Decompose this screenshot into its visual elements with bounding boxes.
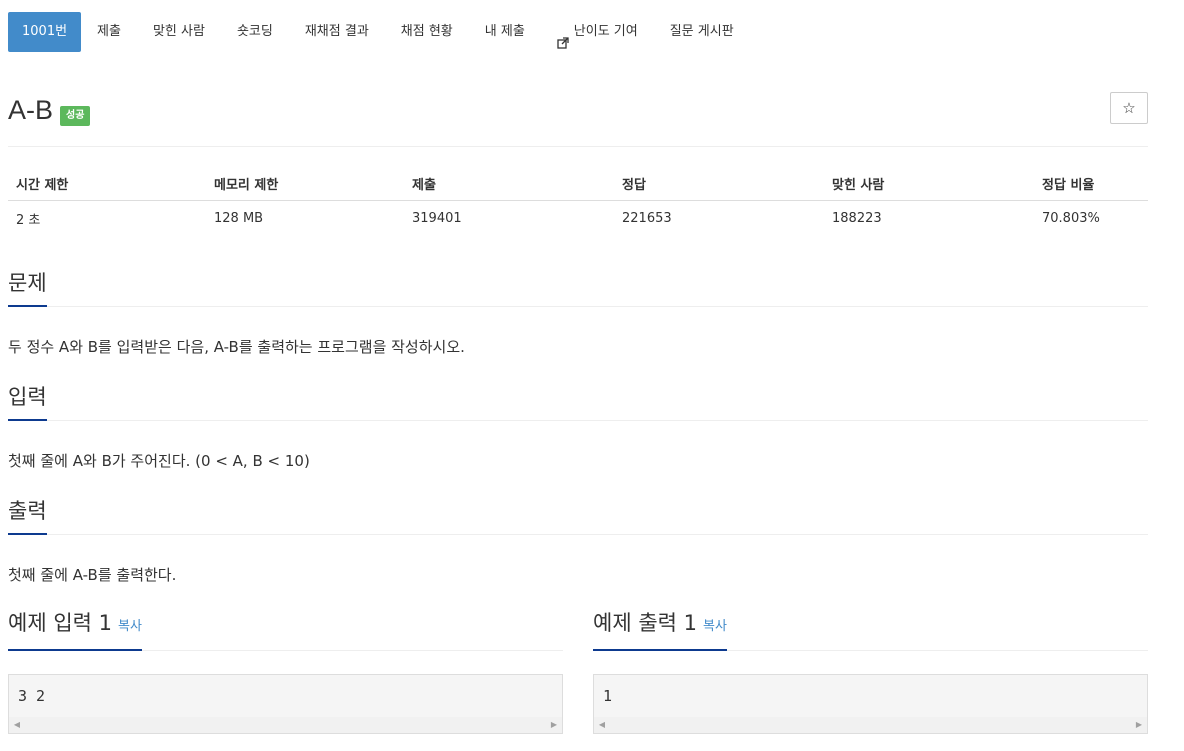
tab-difficulty-contribution[interactable]: 난이도 기여 [541, 12, 654, 52]
description-text: 두 정수 A와 B를 입력받은 다음, A-B를 출력하는 프로그램을 작성하시… [8, 338, 465, 356]
description-heading: 문제 [8, 266, 1148, 307]
value-solved-users: 188223 [832, 210, 882, 226]
sample-input-heading: 예제 입력 1 복사 [8, 610, 563, 651]
scroll-left-icon[interactable]: ◀ [9, 720, 25, 730]
tab-question-board[interactable]: 질문 게시판 [654, 12, 750, 52]
sample-output-title: 예제 출력 1 [593, 611, 697, 635]
sample-output-content: 1 [603, 687, 613, 705]
input-heading: 입력 [8, 380, 1148, 421]
sample-output-box: 1 ◀ ▶ [593, 674, 1148, 734]
problem-info-table: 시간 제한 메모리 제한 제출 정답 맞힌 사람 정답 비율 2 초 128 M… [8, 166, 1148, 235]
scroll-thumb[interactable] [610, 720, 1131, 730]
copy-sample-output-button[interactable]: 복사 [703, 619, 727, 634]
tab-submit[interactable]: 제출 [81, 12, 137, 52]
output-title: 출력 [8, 495, 47, 535]
scroll-right-icon[interactable]: ▶ [1131, 720, 1147, 730]
info-header-row: 시간 제한 메모리 제한 제출 정답 맞힌 사람 정답 비율 [8, 166, 1148, 201]
copy-sample-input-button[interactable]: 복사 [118, 619, 142, 634]
problem-title: A-B [8, 95, 54, 125]
sample-input-content: 3 2 [18, 687, 46, 705]
input-text: 첫째 줄에 A와 B가 주어진다. (0 < A, B < 10) [8, 452, 310, 470]
output-heading: 출력 [8, 494, 1148, 535]
tab-difficulty-label: 난이도 기여 [573, 24, 638, 39]
header-solved-users: 맞힌 사람 [824, 166, 1034, 201]
scroll-thumb[interactable] [25, 720, 546, 730]
favorite-star-button[interactable]: ☆ [1110, 92, 1148, 124]
sample-input-scrollbar[interactable]: ◀ ▶ [9, 717, 562, 733]
tab-short-coding[interactable]: 숏코딩 [221, 12, 289, 52]
sample-output-heading: 예제 출력 1 복사 [593, 610, 1148, 651]
header-submissions: 제출 [404, 166, 614, 201]
scroll-left-icon[interactable]: ◀ [594, 720, 610, 730]
header-accept-ratio: 정답 비율 [1034, 166, 1148, 201]
external-link-icon [557, 26, 569, 49]
tab-problem-1001[interactable]: 1001번 [8, 12, 82, 52]
scroll-right-icon[interactable]: ▶ [546, 720, 562, 730]
sample-output-title-wrap: 예제 출력 1 복사 [593, 607, 727, 651]
sample-input-title: 예제 입력 1 [8, 611, 112, 635]
status-badge: 성공 [60, 106, 91, 126]
sample-input-box: 3 2 ◀ ▶ [8, 674, 563, 734]
sample-input-title-wrap: 예제 입력 1 복사 [8, 607, 142, 651]
tab-my-submissions[interactable]: 내 제출 [469, 12, 541, 52]
tab-solved-users[interactable]: 맞힌 사람 [137, 12, 221, 52]
sample-output-scrollbar[interactable]: ◀ ▶ [594, 717, 1147, 733]
input-title: 입력 [8, 381, 47, 421]
problem-header: A-B 성공 ☆ [8, 92, 1148, 132]
title-divider [8, 146, 1148, 147]
header-memory-limit: 메모리 제한 [206, 166, 404, 201]
description-title: 문제 [8, 267, 47, 307]
problem-menu: 1001번 제출 맞힌 사람 숏코딩 재채점 결과 채점 현황 내 제출 난이도… [8, 12, 750, 52]
value-memory-limit: 128 MB [214, 210, 264, 226]
tab-judge-status[interactable]: 채점 현황 [385, 12, 469, 52]
header-time-limit: 시간 제한 [8, 166, 206, 201]
value-accept-ratio: 70.803% [1042, 210, 1100, 226]
tab-rejudge-results[interactable]: 재채점 결과 [289, 12, 385, 52]
value-time-limit: 2 초 [16, 212, 41, 228]
info-value-row: 2 초 128 MB 319401 221653 188223 70.803% [8, 201, 1148, 236]
output-text: 첫째 줄에 A-B를 출력한다. [8, 566, 177, 584]
header-accepted: 정답 [614, 166, 824, 201]
value-submissions: 319401 [412, 210, 462, 226]
star-icon: ☆ [1122, 99, 1136, 117]
value-accepted: 221653 [622, 210, 672, 226]
